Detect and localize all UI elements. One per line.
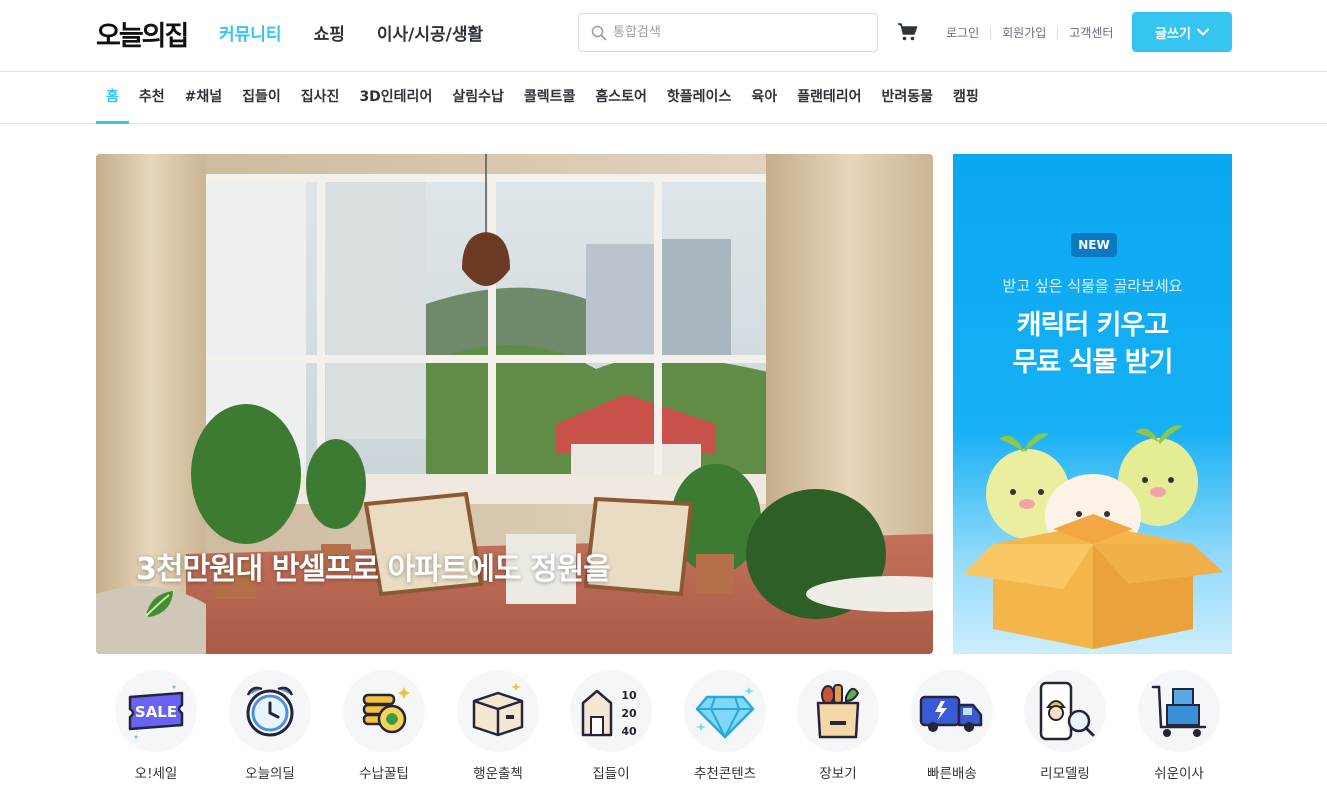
sale-ticket-icon: SALE	[115, 670, 197, 752]
shortcut-label: 집들이	[592, 766, 630, 782]
banner-title-line1: 캐릭터 키우고	[1016, 310, 1169, 341]
subnav-parenting[interactable]: 육아	[741, 73, 787, 123]
shortcut-label: 오늘의딜	[245, 766, 295, 782]
banner-title-line2: 무료 식물 받기	[1012, 347, 1174, 378]
subnav-home-store[interactable]: 홈스토어	[585, 73, 657, 123]
shortcut-fast-delivery[interactable]: 빠른배송	[907, 670, 997, 782]
shortcut-lucky-checkin[interactable]: 행운출첵	[453, 670, 543, 782]
house-size-20: 20	[621, 707, 637, 720]
shortcut-menu: SALE 오!세일 오늘의딜 수납꿀팁 행운출첵 10 20 40 집들이 추천…	[96, 670, 1232, 790]
side-ad-banner[interactable]: NEW 받고 싶은 식물을 골라보세요 캐릭터 키우고 무료 식물 받기	[953, 154, 1232, 654]
write-button-label: 글쓰기	[1155, 25, 1191, 41]
subnav-storage[interactable]: 살림수납	[442, 73, 514, 123]
shortcut-todays-deal[interactable]: 오늘의딜	[225, 670, 315, 782]
signup-link[interactable]: 회원가입	[1002, 24, 1046, 41]
divider	[1057, 26, 1059, 39]
shortcut-sale[interactable]: SALE 오!세일	[111, 670, 201, 782]
subnav-recommend[interactable]: 추천	[129, 73, 175, 123]
shortcut-housewarming[interactable]: 10 20 40 집들이	[566, 670, 656, 782]
sale-ticket-text: SALE	[135, 703, 177, 721]
shortcut-label: 오!세일	[134, 766, 178, 782]
shortcut-remodeling[interactable]: 리모델링	[1020, 670, 1110, 782]
chevron-down-icon	[1196, 28, 1209, 36]
house-size-10: 10	[621, 689, 637, 702]
login-link[interactable]: 로그인	[946, 24, 979, 41]
shortcut-label: 장보기	[819, 766, 857, 782]
new-badge: NEW	[1071, 233, 1117, 257]
nav-community[interactable]: 커뮤니티	[219, 20, 282, 45]
search-icon	[591, 25, 607, 40]
house-size-40: 40	[621, 725, 637, 738]
diamond-icon	[684, 670, 766, 752]
character-box-illustration	[963, 425, 1223, 649]
shortcut-label: 빠른배송	[927, 766, 977, 782]
subnav-hot-place[interactable]: 핫플레이스	[657, 73, 741, 123]
nav-services[interactable]: 이사/시공/생활	[377, 20, 483, 45]
hero-caption-text: 3천만원대 반셀프로 아파트에도 정원을	[136, 552, 611, 587]
remodeling-phone-icon	[1024, 670, 1106, 752]
hero-caption: 3천만원대 반셀프로 아파트에도 정원을	[136, 544, 611, 620]
banner-title: 캐릭터 키우고 무료 식물 받기	[953, 307, 1232, 381]
divider	[990, 26, 992, 39]
shortcut-storage-tips[interactable]: 수납꿀팁	[339, 670, 429, 782]
sub-nav: 홈 추천 #채널 집들이 집사진 3D인테리어 살림수납 콜렉트콜 홈스토어 핫…	[0, 73, 1327, 124]
moving-cart-icon	[1138, 670, 1220, 752]
subnav-photos[interactable]: 집사진	[291, 73, 350, 123]
grocery-bag-icon	[797, 670, 879, 752]
shortcut-label: 리모델링	[1040, 766, 1090, 782]
shortcut-easy-moving[interactable]: 쉬운이사	[1134, 670, 1224, 782]
shortcut-recommended-content[interactable]: 추천콘텐츠	[680, 670, 770, 782]
coin-stack-icon	[343, 670, 425, 752]
shortcut-label: 추천콘텐츠	[693, 766, 757, 782]
top-header: 오늘의집 커뮤니티 쇼핑 이사/시공/생활 로그인 회원가입 고객센터 글쓰기	[0, 0, 1327, 72]
delivery-truck-icon	[911, 670, 993, 752]
logo[interactable]: 오늘의집	[96, 14, 189, 53]
search-input[interactable]	[613, 25, 853, 40]
shortcut-label: 쉬운이사	[1154, 766, 1204, 782]
shortcut-grocery[interactable]: 장보기	[793, 670, 883, 782]
shortcut-label: 행운출첵	[473, 766, 523, 782]
box-icon	[457, 670, 539, 752]
subnav-pets[interactable]: 반려동물	[872, 73, 944, 123]
banner-subtitle: 받고 싶은 식물을 골라보세요	[1002, 277, 1183, 295]
subnav-collect-call[interactable]: 콜렉트콜	[514, 73, 586, 123]
sub-nav-items: 홈 추천 #채널 집들이 집사진 3D인테리어 살림수납 콜렉트콜 홈스토어 핫…	[96, 73, 989, 124]
subnav-channel[interactable]: #채널	[175, 73, 233, 123]
utility-links: 로그인 회원가입 고객센터	[946, 24, 1113, 41]
subnav-housewarming[interactable]: 집들이	[232, 73, 291, 123]
main-nav: 커뮤니티 쇼핑 이사/시공/생활	[219, 20, 483, 45]
hero-banner[interactable]: 3천만원대 반셀프로 아파트에도 정원을	[96, 154, 933, 654]
nav-shopping[interactable]: 쇼핑	[314, 20, 345, 45]
subnav-camping[interactable]: 캠핑	[943, 73, 989, 123]
alarm-clock-icon	[229, 670, 311, 752]
house-size-icon: 10 20 40	[570, 670, 652, 752]
search-box[interactable]	[578, 13, 878, 52]
write-button[interactable]: 글쓰기	[1132, 12, 1232, 52]
subnav-3d-interior[interactable]: 3D인테리어	[349, 73, 442, 123]
shortcut-label: 수납꿀팁	[359, 766, 409, 782]
support-link[interactable]: 고객센터	[1069, 24, 1113, 41]
subnav-planterior[interactable]: 플랜테리어	[787, 73, 871, 123]
leaf-icon	[145, 591, 173, 617]
cart-icon[interactable]	[897, 22, 919, 42]
subnav-home[interactable]: 홈	[96, 73, 129, 124]
